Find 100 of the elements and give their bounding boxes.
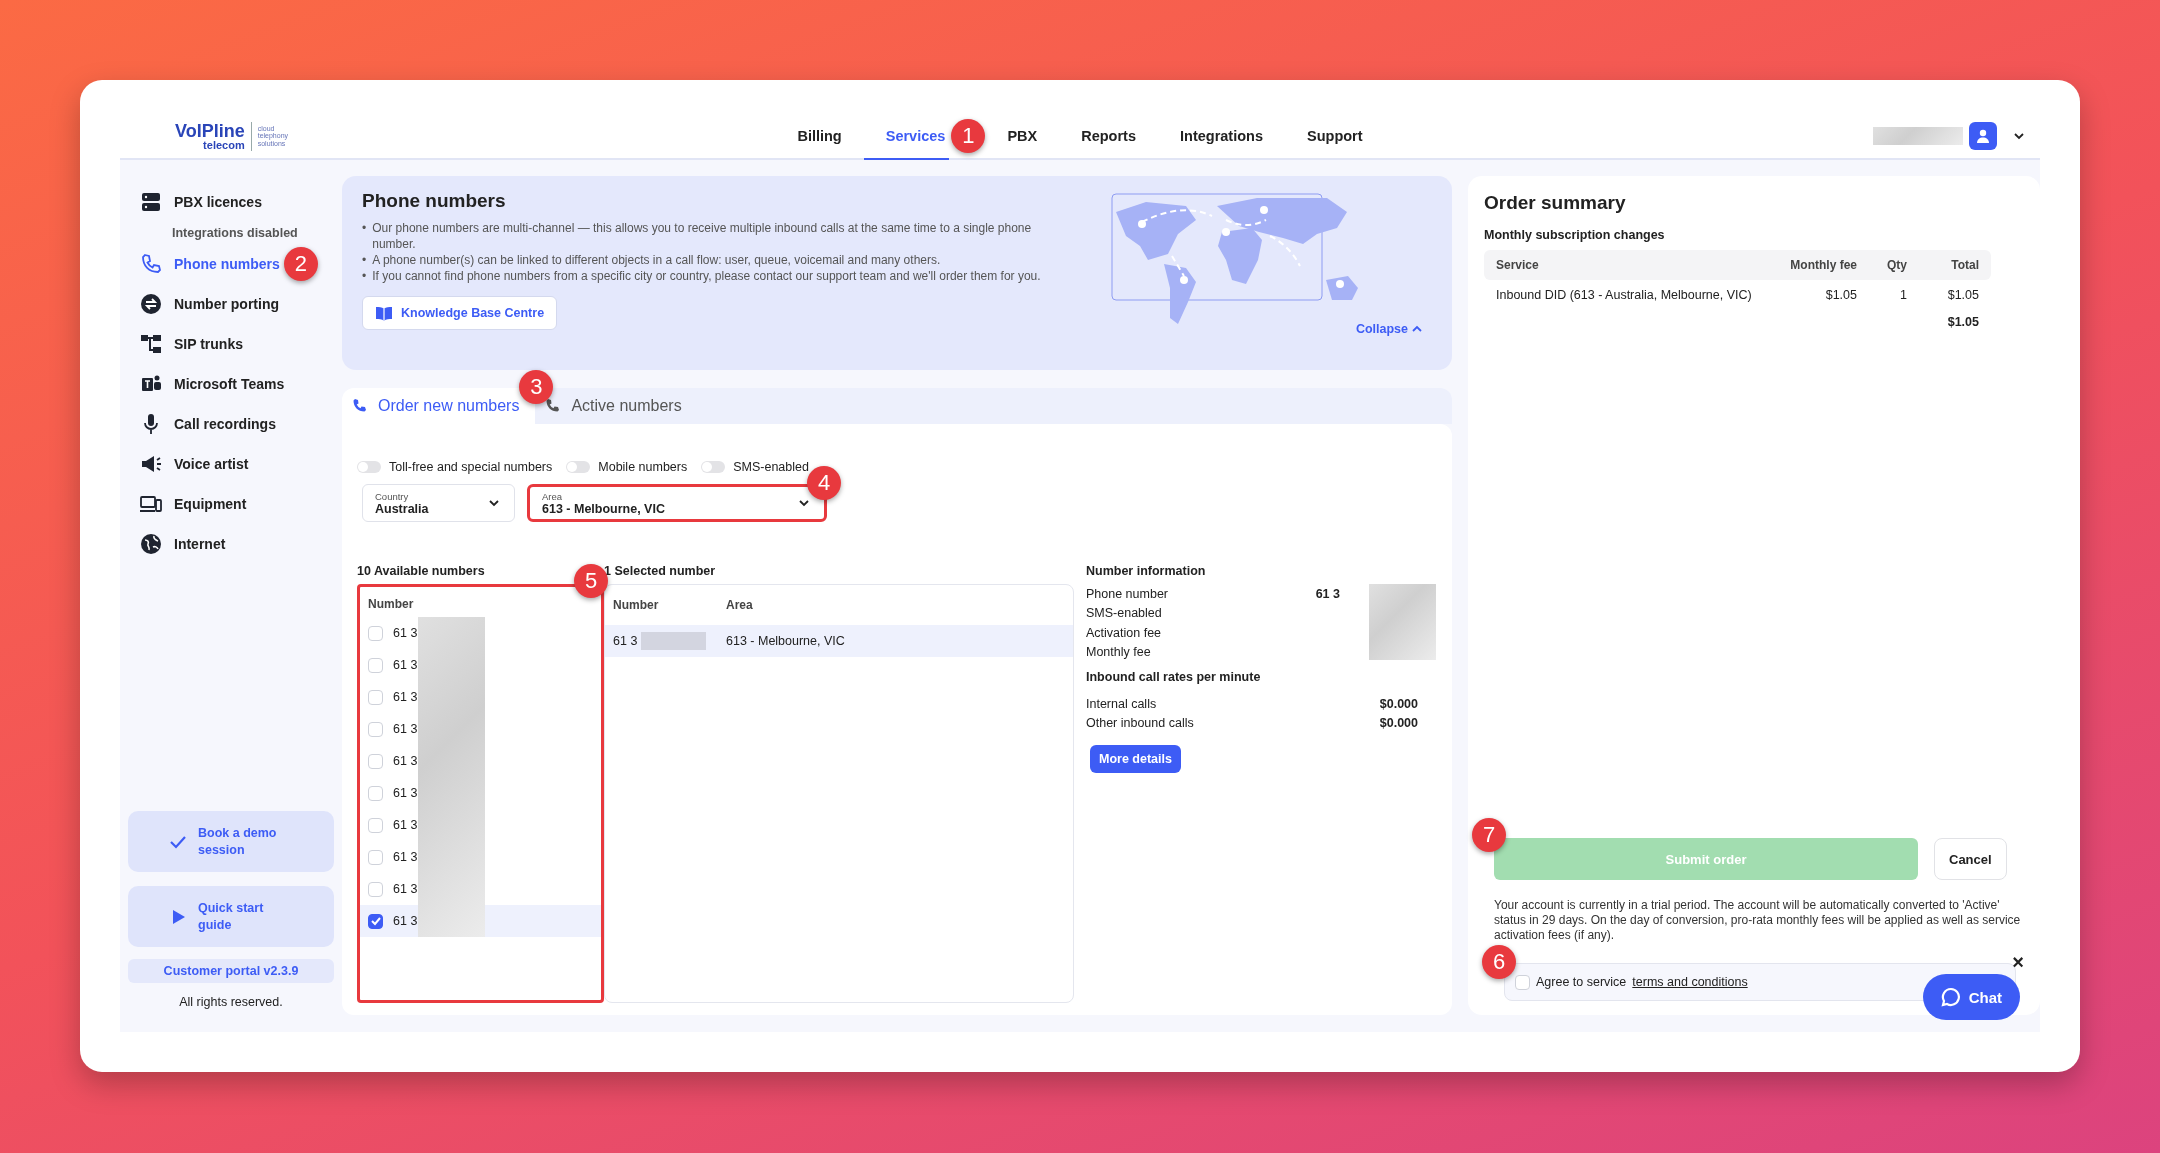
info-label: Other inbound calls — [1086, 716, 1194, 731]
chat-button[interactable]: Chat — [1922, 974, 2020, 1020]
table-cell-text: $1.05 — [1946, 288, 1979, 302]
step-marker: 2 — [283, 247, 318, 281]
globe-icon — [140, 533, 162, 555]
step-marker: 3 — [519, 370, 554, 404]
bullet-marker: • — [362, 220, 367, 237]
info-label: Monthly fee — [1086, 645, 1151, 660]
panel-title: Phone numbers — [362, 190, 507, 212]
column-header: Total — [1950, 258, 1979, 272]
megaphone-icon — [140, 453, 162, 475]
table-cell-text: 613 - Melbourne, VIC — [725, 634, 845, 648]
collapse-link[interactable]: Collapse — [1355, 322, 1422, 336]
phone-number: 61 3 — [393, 850, 418, 864]
logo-subtitle: telecom — [203, 139, 245, 151]
cancel-button[interactable]: Cancel — [1934, 838, 2007, 880]
phone-icon — [352, 398, 368, 414]
version-label: Customer portal v2.3.9 — [128, 959, 334, 983]
promo-card[interactable]: Book a demo session — [128, 811, 334, 872]
info-value: $0.000 — [1379, 696, 1418, 711]
toggle-switch[interactable] — [566, 461, 591, 473]
list-title: 10 Available numbers — [357, 564, 486, 578]
terms-link[interactable]: terms and conditions — [1632, 975, 1748, 989]
section-title: Inbound call rates per minute — [1086, 670, 1262, 684]
user-icon — [1975, 128, 1991, 144]
phone-number: 61 3 — [393, 786, 418, 800]
sidebar-item[interactable]: Internet — [120, 524, 226, 564]
sidebar-item[interactable]: Equipment — [120, 484, 247, 524]
step-marker: 4 — [807, 466, 841, 500]
sidebar-item[interactable]: Microsoft Teams — [120, 364, 285, 404]
more-details-button[interactable]: More details — [1090, 745, 1181, 773]
info-bullet: A phone number(s) can be linked to different objects in a call flow: user, queue, voicemail and many others. — [372, 252, 941, 268]
nav-tab[interactable]: Support — [1285, 114, 1385, 160]
agreement-text: Agree to service — [1536, 975, 1627, 989]
book-icon — [375, 305, 393, 321]
transfer-icon — [140, 293, 162, 315]
sidebar-item[interactable]: Number porting — [120, 284, 279, 324]
chevron-down-icon — [488, 497, 500, 509]
step-marker: 6 — [1482, 945, 1516, 979]
phone-icon — [545, 398, 562, 414]
close-button[interactable]: × — [2012, 952, 2024, 972]
sidebar-item[interactable]: Voice artist — [120, 444, 249, 484]
server-icon — [140, 191, 162, 213]
column-header: Monthly fee — [1789, 258, 1857, 272]
sidebar-item[interactable]: SIP trunks — [120, 324, 243, 364]
total-amount: $1.05 — [1946, 315, 1979, 329]
bullet-marker: • — [362, 268, 367, 284]
section-title: Monthly subscription changes — [1484, 228, 1666, 242]
list-title: 1 Selected number — [604, 564, 717, 578]
info-label: Activation fee — [1086, 625, 1162, 640]
column-header: Qty — [1886, 258, 1907, 272]
table-cell-text: $1.05 — [1824, 288, 1857, 302]
phone-number: 61 3 — [393, 722, 418, 736]
column-header: Service — [1496, 258, 1540, 272]
phone-number: 61 3 — [393, 626, 418, 640]
phone-number: 61 3 — [393, 690, 418, 704]
nav-tab[interactable]: Billing — [775, 114, 864, 160]
knowledge-base-button[interactable]: Knowledge Base Centre — [362, 296, 558, 330]
toggle-label: SMS-enabled — [733, 460, 809, 474]
column-header: Area — [725, 598, 753, 612]
sidebar-item[interactable]: Call recordings — [120, 404, 276, 444]
toggle-switch[interactable] — [357, 461, 381, 473]
copyright-text: All rights reserved. — [178, 995, 284, 1009]
promo-card[interactable]: Quick start guide — [128, 886, 334, 947]
logo-wordmark: VoIPline — [175, 121, 245, 140]
column-header: Number — [612, 598, 660, 612]
phone-number: 61 3 — [393, 818, 418, 832]
nav-tab[interactable]: Integrations — [1158, 114, 1285, 160]
chevron-down-icon — [798, 497, 810, 509]
dropdown-field[interactable]: Country Australia — [362, 484, 515, 522]
toggle-label: Toll-free and special numbers — [389, 460, 553, 474]
info-label: Phone number — [1086, 586, 1168, 601]
chevron-down-icon[interactable] — [2013, 130, 2025, 142]
checkbox[interactable] — [368, 913, 383, 929]
network-icon — [140, 333, 162, 355]
info-bullet: Our phone numbers are multi-channel — this allows you to receive multiple inbound calls at the same time to a single phone number. — [372, 220, 1033, 252]
table-cell: 61 3 — [613, 634, 638, 648]
phone-icon — [140, 253, 162, 275]
step-marker: 7 — [1472, 818, 1506, 852]
sidebar-item[interactable]: PBX licences — [120, 182, 262, 222]
toggle-label: Mobile numbers — [598, 460, 688, 474]
nav-tab[interactable]: Reports — [1059, 114, 1158, 160]
sidebar-item[interactable]: Phone numbers — [120, 244, 280, 284]
avatar-button[interactable] — [1969, 122, 1997, 150]
table-cell-text: Inbound DID (613 - Australia, Melbourne, VIC) — [1496, 288, 1753, 302]
chat-bubble-icon — [1940, 987, 1961, 1007]
nav-tab[interactable]: PBX — [985, 114, 1060, 160]
sidebar-note: Integrations disabled — [171, 225, 299, 242]
toggle-switch[interactable] — [701, 461, 726, 473]
redaction-block — [641, 632, 707, 650]
phone-number: 61 3 — [393, 882, 418, 896]
panel-title: Order summary — [1484, 192, 1627, 214]
phone-number: 61 3 — [393, 658, 418, 672]
section-title: Number information — [1086, 564, 1207, 578]
info-bullet: If you cannot find phone numbers from a specific city or country, please contact our support team and we'll order them for you. — [372, 268, 1041, 284]
devices-icon — [140, 493, 162, 515]
step-marker: 1 — [951, 119, 986, 153]
trial-notice: Your account is currently in a trial period. The account will be automatically converted to 'Active' status in 29 days. On the day of conversion, pro-rata monthly fees will be applied as well as service activation fees (if any). — [1493, 898, 2022, 943]
bullet-marker: • — [362, 252, 367, 268]
phone-number: 61 3 — [393, 914, 418, 928]
